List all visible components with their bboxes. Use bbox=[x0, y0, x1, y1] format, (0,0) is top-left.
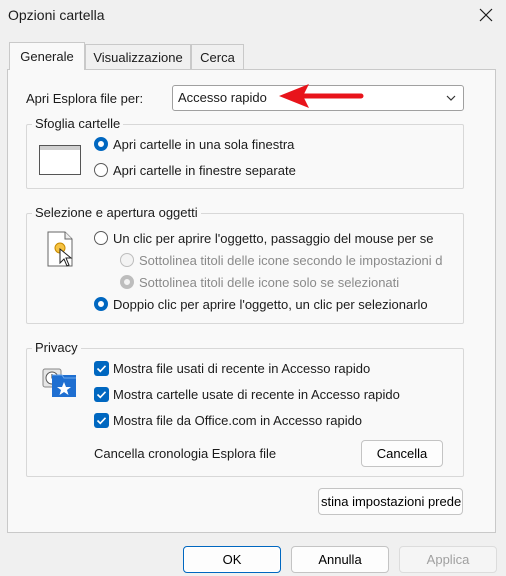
separate-windows-label[interactable]: Apri cartelle in finestre separate bbox=[113, 163, 296, 178]
office-files-label[interactable]: Mostra file da Office.com in Accesso rap… bbox=[113, 413, 362, 428]
check-icon bbox=[96, 417, 107, 425]
checkbox-recent-files[interactable] bbox=[94, 361, 109, 376]
close-icon bbox=[479, 8, 493, 22]
radio-double-click[interactable] bbox=[94, 297, 108, 311]
browse-folders-legend: Sfoglia cartelle bbox=[32, 116, 124, 131]
double-click-label[interactable]: Doppio clic per aprire l'oggetto, un cli… bbox=[113, 297, 428, 312]
single-click-label[interactable]: Un clic per aprire l'oggetto, passaggio … bbox=[113, 231, 443, 246]
privacy-legend: Privacy bbox=[32, 340, 81, 355]
checkbox-office-files[interactable] bbox=[94, 413, 109, 428]
checkbox-recent-folders[interactable] bbox=[94, 387, 109, 402]
click-items-legend: Selezione e apertura oggetti bbox=[32, 205, 201, 220]
check-icon bbox=[96, 391, 107, 399]
radio-single-click[interactable] bbox=[94, 231, 108, 245]
radio-separate-windows[interactable] bbox=[94, 163, 108, 177]
restore-defaults-button[interactable]: stina impostazioni prede bbox=[318, 488, 463, 515]
tab-generale[interactable]: Generale bbox=[9, 42, 85, 70]
document-click-icon bbox=[47, 231, 73, 267]
clear-history-label: Cancella cronologia Esplora file bbox=[94, 446, 277, 461]
window-title: Opzioni cartella bbox=[8, 7, 105, 23]
tab-cerca[interactable]: Cerca bbox=[191, 44, 244, 69]
tab-visualizzazione[interactable]: Visualizzazione bbox=[85, 44, 191, 69]
underline-browser-label: Sottolinea titoli delle icone secondo le… bbox=[139, 253, 443, 268]
apply-button[interactable]: Applica bbox=[399, 546, 497, 573]
explorer-open-value: Accesso rapido bbox=[178, 90, 267, 105]
close-button[interactable] bbox=[473, 2, 499, 28]
underline-hover-label: Sottolinea titoli delle icone solo se se… bbox=[139, 275, 400, 290]
radio-underline-hover[interactable] bbox=[120, 275, 134, 289]
red-arrow-icon bbox=[279, 84, 364, 108]
ok-button[interactable]: OK bbox=[183, 546, 281, 573]
cancel-button[interactable]: Annulla bbox=[291, 546, 389, 573]
quick-access-icon bbox=[42, 368, 76, 397]
explorer-open-label: Apri Esplora file per: bbox=[26, 91, 144, 106]
window-icon bbox=[39, 145, 81, 175]
check-icon bbox=[96, 365, 107, 373]
browse-folders-group bbox=[26, 124, 464, 189]
recent-folders-label[interactable]: Mostra cartelle usate di recente in Acce… bbox=[113, 387, 400, 402]
same-window-label[interactable]: Apri cartelle in una sola finestra bbox=[113, 137, 294, 152]
clear-history-button[interactable]: Cancella bbox=[361, 440, 443, 467]
recent-files-label[interactable]: Mostra file usati di recente in Accesso … bbox=[113, 361, 370, 376]
radio-same-window[interactable] bbox=[94, 137, 108, 151]
radio-underline-browser[interactable] bbox=[120, 253, 134, 267]
chevron-down-icon bbox=[446, 95, 456, 101]
